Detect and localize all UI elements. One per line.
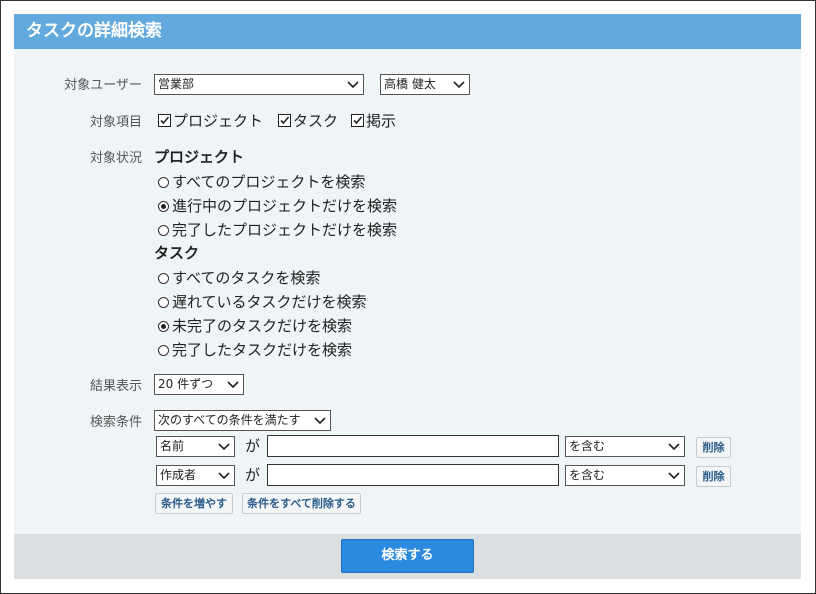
department-select[interactable]: 営業部 [154,74,364,95]
radio-label: 進行中のプロジェクトだけを検索 [172,197,398,215]
radio-selected-icon [158,321,169,332]
condition-value-input[interactable] [267,435,559,457]
condition-operator-select[interactable]: を含む [565,465,685,486]
match-mode-value: 次のすべての条件を満たす [158,413,301,427]
radio-icon [158,345,169,356]
department-value: 営業部 [158,77,195,91]
radio-icon [158,273,169,284]
project-status-heading: プロジェクト [154,148,245,166]
checkbox-project[interactable]: プロジェクト [158,110,263,131]
radio-label: すべてのタスクを検索 [172,269,321,287]
condition-field-value: 名前 [160,439,185,453]
radio-icon [158,225,169,236]
task-status-heading: タスク [154,244,200,262]
radio-label: すべてのプロジェクトを検索 [172,173,366,191]
search-button[interactable]: 検索する [341,539,474,573]
chevron-down-icon [218,443,230,451]
delete-condition-button[interactable]: 削除 [696,437,731,458]
radio-label: 遅れているタスクだけを検索 [172,293,367,311]
radio-project-in-progress[interactable]: 進行中のプロジェクトだけを検索 [158,195,397,216]
radio-task-all[interactable]: すべてのタスクを検索 [158,267,320,288]
radio-label: 未完了のタスクだけを検索 [172,317,353,335]
chevron-down-icon [453,81,465,89]
checkbox-label: タスク [293,112,339,130]
checkbox-task[interactable]: タスク [278,110,338,131]
page-title: タスクの詳細検索 [14,14,801,49]
chevron-down-icon [314,417,326,425]
add-condition-button[interactable]: 条件を増やす [155,493,233,514]
result-count-value: 20 件ずつ [158,377,214,391]
delete-condition-button[interactable]: 削除 [696,466,731,487]
radio-label: 完了したタスクだけを検索 [172,341,353,359]
chevron-down-icon [218,472,230,480]
checkbox-label: 掲示 [366,112,397,130]
condition-operator-value: を含む [569,439,606,453]
target-user-label: 対象ユーザー [64,78,142,93]
checkbox-bulletin[interactable]: 掲示 [351,110,396,131]
condition-particle: が [245,466,261,484]
result-count-select[interactable]: 20 件ずつ [154,374,244,395]
radio-project-completed[interactable]: 完了したプロジェクトだけを検索 [158,219,397,240]
condition-field-value: 作成者 [160,468,197,482]
user-select[interactable]: 高橋 健太 [380,74,470,95]
radio-project-all[interactable]: すべてのプロジェクトを検索 [158,171,365,192]
chevron-down-icon [668,443,680,451]
chevron-down-icon [227,381,239,389]
condition-field-select[interactable]: 作成者 [156,465,235,486]
checkbox-checked-icon [158,114,171,127]
result-display-label: 結果表示 [89,379,142,394]
clear-conditions-button[interactable]: 条件をすべて削除する [242,493,361,514]
checkbox-label: プロジェクト [173,112,264,130]
radio-icon [158,297,169,308]
condition-particle: が [245,437,261,455]
radio-task-completed[interactable]: 完了したタスクだけを検索 [158,339,352,360]
condition-operator-select[interactable]: を含む [565,436,685,457]
radio-task-incomplete[interactable]: 未完了のタスクだけを検索 [158,315,352,336]
chevron-down-icon [668,472,680,480]
checkbox-checked-icon [351,114,364,127]
condition-operator-value: を含む [569,468,606,482]
chevron-down-icon [347,81,359,89]
condition-field-select[interactable]: 名前 [156,436,235,457]
target-items-label: 対象項目 [89,115,142,130]
search-condition-label: 検索条件 [89,415,142,430]
checkbox-checked-icon [278,114,291,127]
target-status-label: 対象状況 [89,151,142,166]
radio-task-late[interactable]: 遅れているタスクだけを検索 [158,291,367,312]
radio-label: 完了したプロジェクトだけを検索 [172,221,398,239]
user-value: 高橋 健太 [384,77,436,91]
radio-icon [158,177,169,188]
radio-selected-icon [158,201,169,212]
match-mode-select[interactable]: 次のすべての条件を満たす [154,410,331,431]
condition-value-input[interactable] [267,464,559,486]
